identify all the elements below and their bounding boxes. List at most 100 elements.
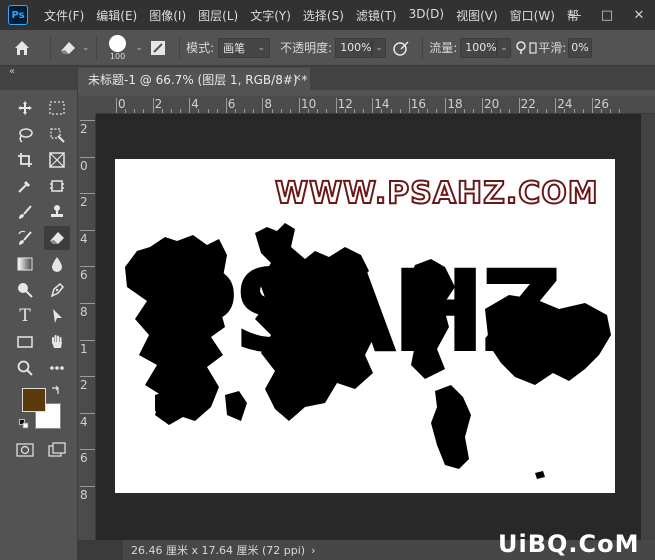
stamp-icon[interactable] xyxy=(44,200,70,224)
ruler-major-tick xyxy=(80,120,95,121)
eraser-tool-icon[interactable] xyxy=(44,226,70,250)
brush-icon[interactable] xyxy=(12,200,38,224)
zoom-icon[interactable] xyxy=(12,356,38,380)
menu-layer[interactable]: 图层(L) xyxy=(192,7,244,24)
menu-image[interactable]: 图像(I) xyxy=(143,7,192,24)
marquee-icon[interactable] xyxy=(44,96,70,120)
ruler-major-tick xyxy=(445,98,447,113)
patch-icon[interactable] xyxy=(44,174,70,198)
zoom-field[interactable] xyxy=(78,540,123,560)
ruler-major-tick xyxy=(80,266,95,268)
rectangle-icon[interactable] xyxy=(12,330,38,354)
ruler-major-tick xyxy=(80,486,95,487)
home-icon[interactable] xyxy=(0,40,44,56)
brush-panel-icon[interactable] xyxy=(143,40,173,56)
mode-dropdown[interactable]: 画笔 ⌄ xyxy=(218,37,271,58)
screen-mode-icon[interactable] xyxy=(44,438,70,462)
collapse-panels-icon[interactable]: « xyxy=(9,66,15,77)
ruler-tick-label: 2 xyxy=(80,378,88,393)
frame-icon[interactable] xyxy=(44,148,70,172)
lasso-icon[interactable] xyxy=(12,123,38,147)
options-bar: ⌄ 100 ⌄ 模式: 画笔 ⌄ 不透明度: 100% ⌄ 流量: 100% ⌄… xyxy=(0,30,655,66)
ruler-corner xyxy=(78,96,96,114)
menu-3d[interactable]: 3D(D) xyxy=(403,7,450,24)
ruler-major-tick xyxy=(262,98,264,113)
foreground-color-swatch[interactable] xyxy=(22,388,46,412)
opacity-input[interactable]: 100% xyxy=(335,37,373,58)
type-icon[interactable]: T xyxy=(12,304,38,328)
canvas-art-text: PSAHZ xyxy=(155,245,563,378)
ruler-tick-label: 6 xyxy=(80,268,88,283)
mode-label: 模式: xyxy=(186,41,215,55)
brush-picker-chevron-icon[interactable]: ⌄ xyxy=(136,43,144,53)
separator xyxy=(50,35,51,60)
magic-wand-icon[interactable] xyxy=(44,123,70,147)
vertical-scrollbar[interactable] xyxy=(641,114,655,540)
ruler-major-tick xyxy=(152,98,154,113)
separator xyxy=(422,35,424,60)
crop-icon[interactable] xyxy=(12,148,38,172)
menu-view[interactable]: 视图(V) xyxy=(450,7,504,24)
move-icon[interactable] xyxy=(12,96,38,120)
ruler-major-tick xyxy=(80,156,95,158)
document-tab-strip: « 未标题-1 @ 66.7% (图层 1, RGB/8#) * × xyxy=(0,66,655,90)
minimize-button[interactable]: — xyxy=(559,8,591,23)
opacity-dropdown[interactable]: ⌄ xyxy=(372,37,387,58)
quick-mask-icon[interactable] xyxy=(12,438,38,462)
ruler-major-tick xyxy=(80,339,95,341)
blur-icon[interactable] xyxy=(44,252,70,276)
ruler-major-tick xyxy=(80,412,95,414)
tools-panel: T xyxy=(0,90,78,560)
mode-value: 画笔 xyxy=(223,41,246,55)
more-icon[interactable] xyxy=(44,356,70,380)
ruler-major-tick xyxy=(372,98,374,113)
ruler-major-tick xyxy=(80,449,95,451)
close-button[interactable]: ✕ xyxy=(623,8,655,23)
document-title: 未标题-1 @ 66.7% (图层 1, RGB/8#) * xyxy=(88,72,308,87)
ruler-tick-label: 0 xyxy=(80,158,88,173)
horizontal-ruler: 0 2 4 6 8 10 12 14 16 18 20 22 24 26 xyxy=(96,96,655,114)
path-select-icon[interactable] xyxy=(44,304,70,328)
ruler-major-tick xyxy=(80,193,95,195)
menu-type[interactable]: 文字(Y) xyxy=(244,7,297,24)
ruler-major-tick xyxy=(299,98,300,113)
document-tab[interactable]: 未标题-1 @ 66.7% (图层 1, RGB/8#) * × xyxy=(78,68,310,90)
menu-window[interactable]: 窗口(W) xyxy=(504,7,561,24)
ruler-major-tick xyxy=(80,303,95,304)
ruler-tick-label: 2 xyxy=(80,195,88,210)
flow-dropdown[interactable]: ⌄ xyxy=(497,37,512,58)
pen-icon[interactable] xyxy=(44,278,70,302)
document-canvas[interactable]: PSAHZ WWW.PSAHZ.COM xyxy=(115,159,615,493)
hand-icon[interactable] xyxy=(44,330,70,354)
smooth-input[interactable]: 0% xyxy=(568,37,593,58)
flow-input[interactable]: 100% xyxy=(460,37,498,58)
tool-preset-chevron-icon[interactable]: ⌄ xyxy=(82,43,90,53)
swap-icon[interactable] xyxy=(50,384,62,396)
ruler-major-tick xyxy=(482,98,483,113)
eyedropper-icon[interactable] xyxy=(12,174,38,198)
close-tab-icon[interactable]: × xyxy=(293,71,302,84)
history-brush-icon[interactable] xyxy=(12,226,38,250)
menu-file[interactable]: 文件(F) xyxy=(38,7,90,24)
vertical-ruler: 2 0 2 4 6 8 1 2 4 6 8 xyxy=(78,114,96,540)
smooth-settings-icon xyxy=(528,41,538,54)
maximize-button[interactable]: □ xyxy=(591,8,623,23)
menu-edit[interactable]: 编辑(E) xyxy=(90,7,143,24)
pressure-opacity-icon[interactable] xyxy=(386,40,416,56)
menu-select[interactable]: 选择(S) xyxy=(297,7,350,24)
ruler-tick-label: 2 xyxy=(80,122,88,136)
photoshop-logo: Ps xyxy=(8,5,28,25)
ruler-tick-label: 1 xyxy=(80,341,88,356)
gradient-icon[interactable] xyxy=(12,252,38,276)
menu-filter[interactable]: 滤镜(T) xyxy=(350,7,403,24)
default-colors-icon[interactable] xyxy=(18,418,30,430)
status-menu-icon[interactable]: › xyxy=(311,544,315,557)
chevron-down-icon: ⌄ xyxy=(375,42,383,53)
menu-bar: Ps 文件(F) 编辑(E) 图像(I) 图层(L) 文字(Y) 选择(S) 滤… xyxy=(0,0,655,30)
brush-tip-icon[interactable]: 100 xyxy=(103,34,133,61)
ruler-major-tick xyxy=(189,98,191,113)
dodge-icon[interactable] xyxy=(12,278,38,302)
menu-items: 文件(F) 编辑(E) 图像(I) 图层(L) 文字(Y) 选择(S) 滤镜(T… xyxy=(38,7,585,24)
eraser-icon[interactable] xyxy=(57,41,79,55)
airbrush-icon[interactable] xyxy=(514,40,528,55)
